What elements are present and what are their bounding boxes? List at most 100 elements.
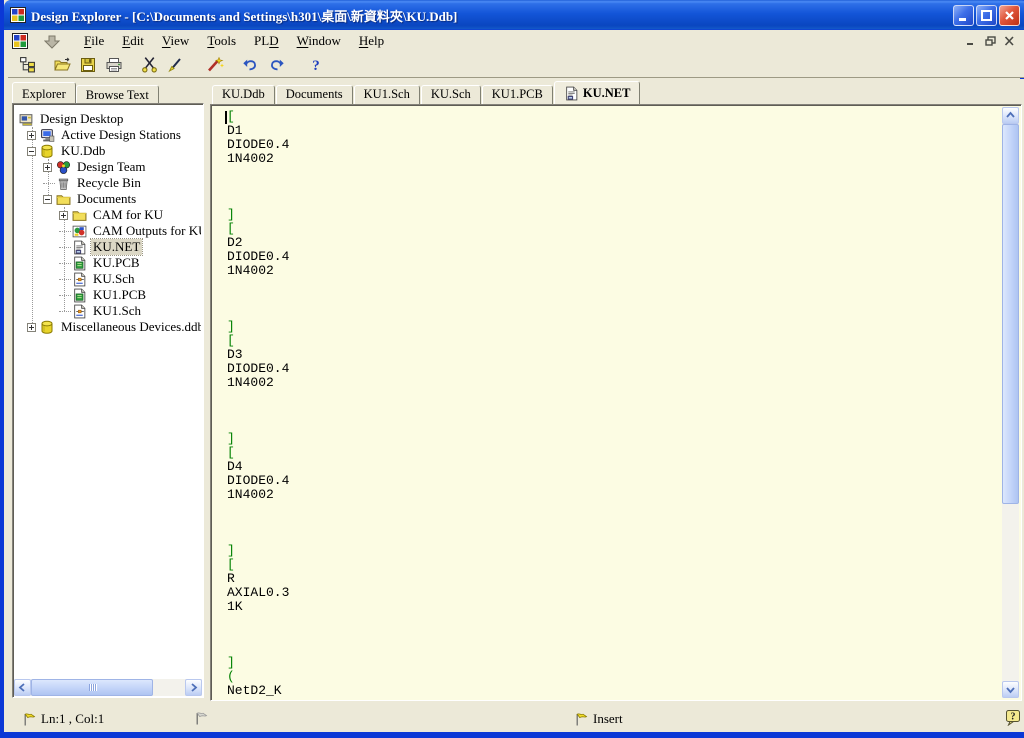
editor-line: 1N4002: [227, 152, 1002, 166]
collapse-box-icon[interactable]: [27, 147, 36, 156]
collapse-box-icon[interactable]: [43, 195, 52, 204]
expand-box-icon[interactable]: [59, 211, 68, 220]
maximize-button[interactable]: [976, 5, 997, 26]
question-icon: ?: [309, 57, 323, 73]
tree-item-label: Design Desktop: [38, 111, 125, 127]
editor-line: ]: [227, 656, 1002, 670]
editor-line: [: [227, 334, 1002, 348]
print-button[interactable]: [101, 53, 127, 76]
tree-item-documents[interactable]: Documents: [15, 191, 201, 207]
panel-tab-explorer[interactable]: Explorer: [12, 82, 76, 103]
mdi-close-button[interactable]: [1001, 34, 1018, 49]
desktop-icon: [19, 112, 35, 127]
document-tab-ku-sch[interactable]: KU.Sch: [421, 85, 481, 104]
toggle-panels-button[interactable]: [14, 53, 40, 76]
expand-box-icon[interactable]: [27, 323, 36, 332]
redo-button[interactable]: [263, 53, 289, 76]
recycle-bin-icon: [56, 176, 72, 191]
expand-box-icon[interactable]: [43, 163, 52, 172]
document-tab-ku1-sch[interactable]: KU1.Sch: [354, 85, 420, 104]
menu-view[interactable]: View: [153, 31, 198, 51]
mdi-minimize-button[interactable]: [963, 34, 980, 49]
document-tab-label: KU.Ddb: [222, 87, 265, 102]
document-tab-label: KU.Sch: [431, 87, 471, 102]
editor-line: D4: [227, 460, 1002, 474]
folder-icon: [72, 208, 88, 223]
document-tab-label: Documents: [286, 87, 343, 102]
tree-horizontal-scrollbar[interactable]: [14, 679, 202, 696]
editor-line: [: [227, 222, 1002, 236]
panel-tab-browse-text[interactable]: Browse Text: [76, 85, 159, 103]
editor-vertical-scrollbar[interactable]: [1002, 107, 1019, 698]
floppy-icon: [80, 57, 96, 73]
editor-line: 1K: [227, 600, 1002, 614]
help-bubble-icon[interactable]: ?: [1005, 709, 1021, 726]
cam-output-icon: [72, 224, 88, 239]
document-tab-ku-ddb[interactable]: KU.Ddb: [212, 85, 275, 104]
orgchart-icon: [19, 56, 36, 73]
title-bar[interactable]: Design Explorer - [C:\Documents and Sett…: [4, 0, 1024, 30]
tree-item-ku1-pcb[interactable]: KU1.PCB: [15, 287, 201, 303]
menu-help[interactable]: Help: [350, 31, 393, 51]
scroll-left-button[interactable]: [14, 679, 31, 696]
tree-view[interactable]: Design DesktopActive Design StationsKU.D…: [15, 106, 201, 678]
app-logo-icon-small[interactable]: [12, 33, 28, 49]
tree-item-cam-outputs-for-ku[interactable]: CAM Outputs for KU: [15, 223, 201, 239]
menu-tools[interactable]: Tools: [198, 31, 245, 51]
expand-box-icon[interactable]: [27, 131, 36, 140]
tree-item-ku1-sch[interactable]: KU1.Sch: [15, 303, 201, 319]
scrollbar-thumb[interactable]: [31, 679, 153, 696]
document-tab-ku-net[interactable]: KU.NET: [554, 81, 641, 104]
close-button[interactable]: [999, 5, 1020, 26]
editor-line: D1: [227, 124, 1002, 138]
app-logo-icon: [10, 7, 26, 23]
printer-icon: [105, 57, 123, 73]
editor-line: D3: [227, 348, 1002, 362]
scrollbar-thumb[interactable]: [1002, 124, 1019, 504]
editor-line: [227, 502, 1002, 516]
tree-item-ku-net[interactable]: KU.NET: [15, 239, 201, 255]
undo-button[interactable]: [237, 53, 263, 76]
editor-line: 1N4002: [227, 488, 1002, 502]
export-arrow-icon[interactable]: [44, 34, 61, 49]
help-button[interactable]: ?: [303, 53, 329, 76]
document-tab-ku1-pcb[interactable]: KU1.PCB: [482, 85, 553, 104]
paste-button[interactable]: [162, 53, 188, 76]
tree-item-active-design-stations[interactable]: Active Design Stations: [15, 127, 201, 143]
tree-item-recycle-bin[interactable]: Recycle Bin: [15, 175, 201, 191]
document-tab-documents[interactable]: Documents: [276, 85, 353, 104]
minimize-button[interactable]: [953, 5, 974, 26]
editor-line: AXIAL0.3: [227, 586, 1002, 600]
menu-window[interactable]: Window: [288, 31, 350, 51]
menu-file[interactable]: File: [75, 31, 113, 51]
explorer-tree-panel[interactable]: Design DesktopActive Design StationsKU.D…: [12, 103, 204, 698]
editor-line: R: [227, 572, 1002, 586]
netlist-text-area[interactable]: [D1DIODE0.41N4002 ][D2DIODE0.41N4002 ][D…: [213, 107, 1002, 698]
editor-line: [227, 390, 1002, 404]
scroll-down-button[interactable]: [1002, 681, 1019, 698]
cut-button[interactable]: [136, 53, 162, 76]
application-window: Design Explorer - [C:\Documents and Sett…: [0, 0, 1024, 738]
tree-item-design-team[interactable]: Design Team: [15, 159, 201, 175]
toolbar-separator: [228, 55, 237, 75]
tree-item-design-desktop[interactable]: Design Desktop: [15, 111, 201, 127]
menu-pld[interactable]: PLD: [245, 31, 288, 51]
mdi-restore-button[interactable]: [982, 34, 999, 49]
tree-item-ku-pcb[interactable]: KU.PCB: [15, 255, 201, 271]
wizard-button[interactable]: [202, 53, 228, 76]
tree-item-cam-for-ku[interactable]: CAM for KU: [15, 207, 201, 223]
scroll-right-button[interactable]: [185, 679, 202, 696]
scrollbar-track[interactable]: [153, 679, 185, 696]
scroll-up-button[interactable]: [1002, 107, 1019, 124]
tree-item-label: Active Design Stations: [59, 127, 183, 143]
save-button[interactable]: [75, 53, 101, 76]
status-bar: Ln:1 , Col:1 Insert ?: [8, 704, 1024, 732]
main-toolbar: ?: [8, 52, 1024, 78]
editor-line: [227, 530, 1002, 544]
open-document-button[interactable]: [49, 53, 75, 76]
tree-item-miscellaneous-devices-ddb[interactable]: Miscellaneous Devices.ddb: [15, 319, 201, 335]
tree-item-ku-ddb[interactable]: KU.Ddb: [15, 143, 201, 159]
scrollbar-track[interactable]: [1002, 504, 1019, 681]
menu-edit[interactable]: Edit: [113, 31, 153, 51]
tree-item-ku-sch[interactable]: KU.Sch: [15, 271, 201, 287]
